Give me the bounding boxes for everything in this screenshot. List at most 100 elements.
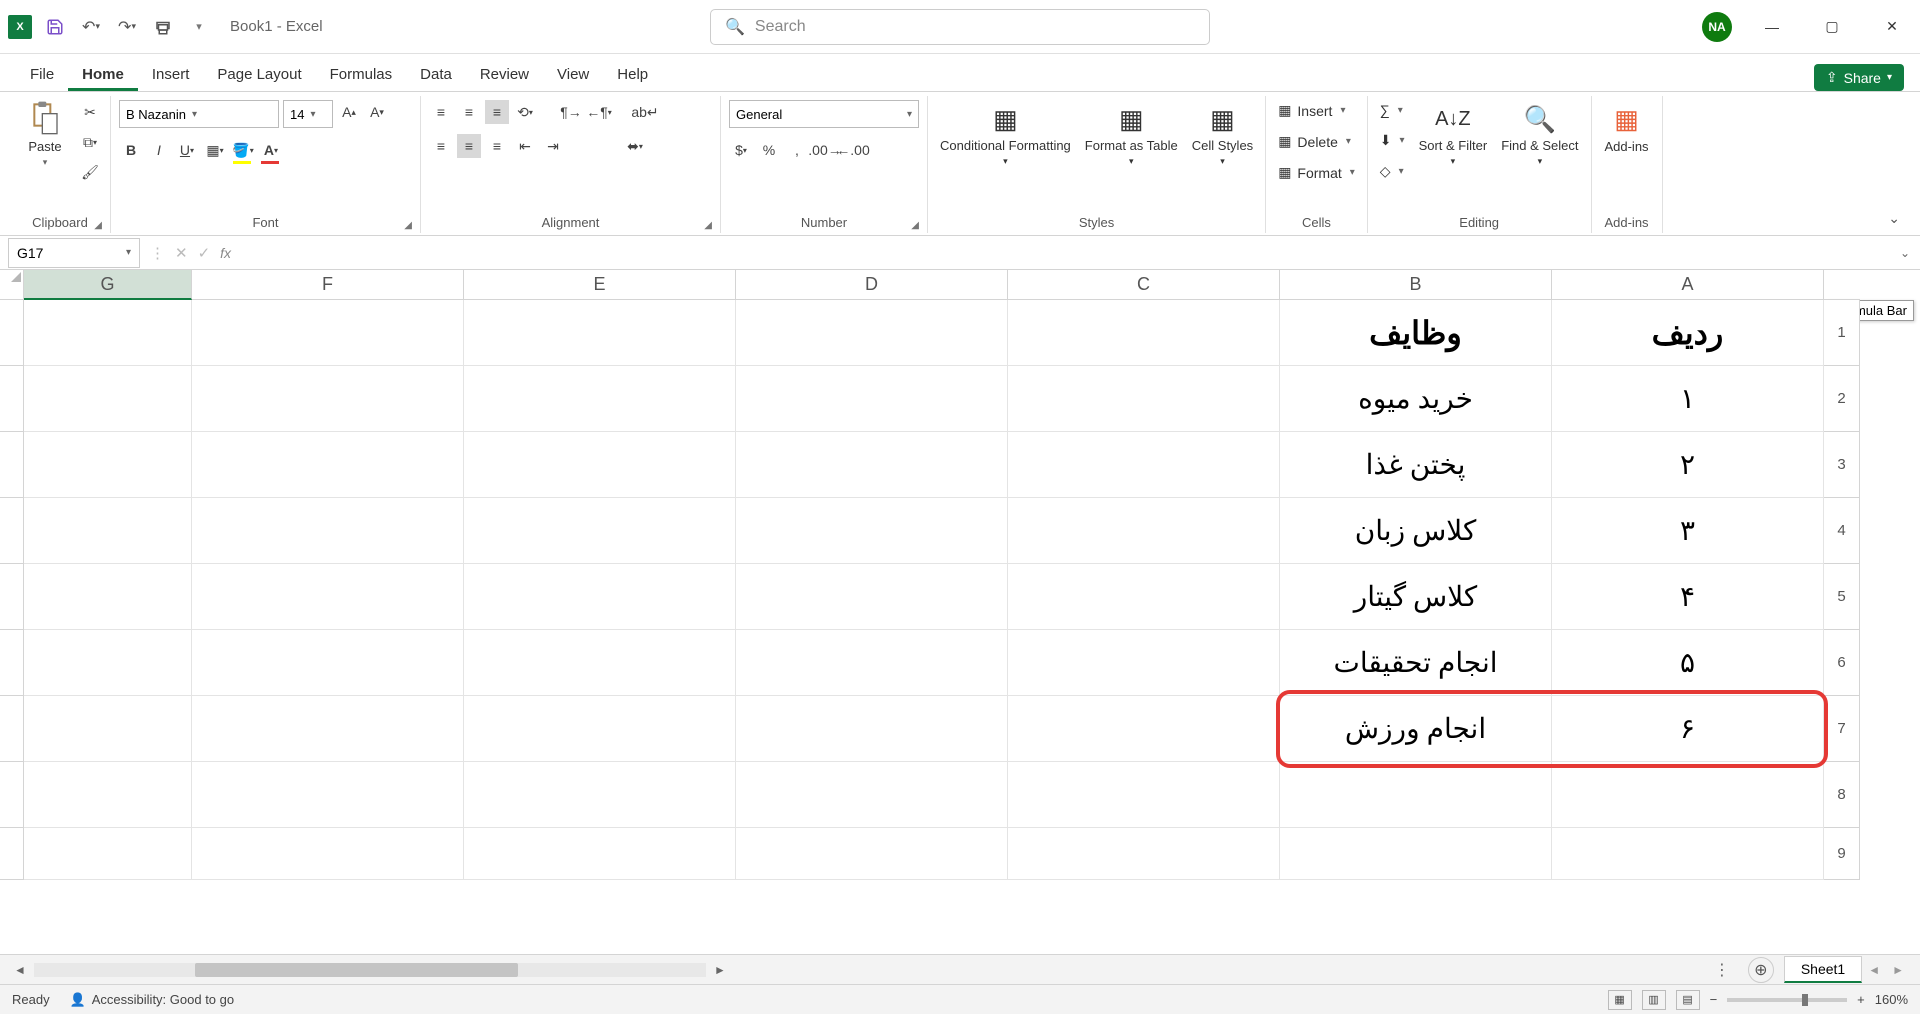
decrease-decimal-icon[interactable]: ←.00 — [841, 138, 865, 162]
cell-styles-button[interactable]: ▦ Cell Styles▾ — [1188, 100, 1257, 169]
column-header-E[interactable]: E — [464, 270, 736, 300]
tab-home[interactable]: Home — [68, 58, 138, 91]
row-header-1[interactable]: 1 — [1824, 300, 1860, 366]
decrease-font-icon[interactable]: A▾ — [365, 100, 389, 124]
cell-F4[interactable] — [192, 498, 464, 564]
cell-B7[interactable]: انجام ورزش — [1280, 696, 1552, 762]
tab-data[interactable]: Data — [406, 58, 466, 91]
cell-B4[interactable]: کلاس زبان — [1280, 498, 1552, 564]
cell-B3[interactable]: پختن غذا — [1280, 432, 1552, 498]
cell-F8[interactable] — [192, 762, 464, 828]
cell-F3[interactable] — [192, 432, 464, 498]
currency-icon[interactable]: $▾ — [729, 138, 753, 162]
cell-B5[interactable]: کلاس گیتار — [1280, 564, 1552, 630]
expand-formula-bar-icon[interactable]: ⌄ — [1890, 246, 1920, 260]
cut-icon[interactable]: ✂ — [78, 100, 102, 124]
cell-D9[interactable] — [736, 828, 1008, 880]
cell-G7[interactable] — [24, 696, 192, 762]
tab-help[interactable]: Help — [603, 58, 662, 91]
cell-E3[interactable] — [464, 432, 736, 498]
row-header-3[interactable]: 3 — [1824, 432, 1860, 498]
conditional-formatting-button[interactable]: ▦ Conditional Formatting▾ — [936, 100, 1075, 169]
cell-C3[interactable] — [1008, 432, 1280, 498]
fx-icon[interactable]: fx — [220, 245, 231, 261]
underline-button[interactable]: U▾ — [175, 138, 199, 162]
delete-cells-button[interactable]: ▦Delete▾ — [1274, 131, 1359, 152]
search-box[interactable]: 🔍 Search — [710, 9, 1210, 45]
increase-decimal-icon[interactable]: .00→ — [813, 138, 837, 162]
tab-file[interactable]: File — [16, 58, 68, 91]
cell-B2[interactable]: خرید میوه — [1280, 366, 1552, 432]
share-button[interactable]: ⇪ Share ▾ — [1814, 64, 1904, 91]
tab-review[interactable]: Review — [466, 58, 543, 91]
sheet-tab-sheet1[interactable]: Sheet1 — [1784, 956, 1862, 983]
row-header-8[interactable]: 8 — [1824, 762, 1860, 828]
row-header-9[interactable]: 9 — [1824, 828, 1860, 880]
row-header-2[interactable]: 2 — [1824, 366, 1860, 432]
border-button[interactable]: ▦▾ — [203, 138, 227, 162]
zoom-in-icon[interactable]: + — [1857, 992, 1865, 1007]
percent-icon[interactable]: % — [757, 138, 781, 162]
close-icon[interactable]: ✕ — [1872, 12, 1912, 42]
cell-G5[interactable] — [24, 564, 192, 630]
rtl-text-icon[interactable]: ¶→ — [559, 100, 583, 124]
cell-F5[interactable] — [192, 564, 464, 630]
column-header-G[interactable]: G — [24, 270, 192, 300]
column-header-F[interactable]: F — [192, 270, 464, 300]
find-select-button[interactable]: 🔍 Find & Select▾ — [1497, 100, 1582, 169]
format-as-table-button[interactable]: ▦ Format as Table▾ — [1081, 100, 1182, 169]
tab-formulas[interactable]: Formulas — [316, 58, 407, 91]
cell-A1[interactable]: ردیف — [1552, 300, 1824, 366]
scroll-right-icon[interactable]: ► — [710, 963, 730, 977]
cell-D2[interactable] — [736, 366, 1008, 432]
row-header-6[interactable]: 6 — [1824, 630, 1860, 696]
dialog-launcher-icon[interactable]: ◢ — [94, 220, 102, 231]
cell-D4[interactable] — [736, 498, 1008, 564]
tab-view[interactable]: View — [543, 58, 603, 91]
cell-G3[interactable] — [24, 432, 192, 498]
row-header-4[interactable]: 4 — [1824, 498, 1860, 564]
cell-E8[interactable] — [464, 762, 736, 828]
zoom-out-icon[interactable]: − — [1710, 992, 1718, 1007]
cell-G4[interactable] — [24, 498, 192, 564]
cell-F1[interactable] — [192, 300, 464, 366]
cell-A7[interactable]: ۶ — [1552, 696, 1824, 762]
cell-C4[interactable] — [1008, 498, 1280, 564]
cell-F6[interactable] — [192, 630, 464, 696]
bold-button[interactable]: B — [119, 138, 143, 162]
user-avatar[interactable]: NA — [1702, 12, 1732, 42]
autosum-button[interactable]: ∑▾ — [1376, 100, 1409, 120]
format-painter-icon[interactable]: 🖌 — [78, 160, 102, 184]
print-icon[interactable] — [152, 16, 174, 38]
font-name-combo[interactable]: B Nazanin▾ — [119, 100, 279, 128]
minimize-icon[interactable]: ― — [1752, 12, 1792, 42]
scroll-left-icon[interactable]: ◄ — [10, 963, 30, 977]
fill-button[interactable]: ⬇▾ — [1376, 130, 1409, 151]
fill-color-button[interactable]: 🪣▾ — [231, 138, 255, 162]
align-middle-icon[interactable]: ≡ — [457, 100, 481, 124]
cell-E9[interactable] — [464, 828, 736, 880]
new-sheet-button[interactable]: ⊕ — [1748, 957, 1774, 983]
cell-D7[interactable] — [736, 696, 1008, 762]
increase-font-icon[interactable]: A▴ — [337, 100, 361, 124]
align-bottom-icon[interactable]: ≡ — [485, 100, 509, 124]
save-icon[interactable] — [44, 16, 66, 38]
cell-A9[interactable] — [1552, 828, 1824, 880]
cell-C2[interactable] — [1008, 366, 1280, 432]
accessibility-status[interactable]: 👤 Accessibility: Good to go — [70, 992, 235, 1008]
sheet-nav-prev-icon[interactable]: ◄ — [1862, 963, 1886, 977]
ltr-text-icon[interactable]: ←¶▾ — [587, 100, 611, 124]
wrap-text-icon[interactable]: ab↵ — [633, 100, 657, 124]
sheet-options-icon[interactable]: ⋮ — [1706, 960, 1738, 980]
sort-filter-button[interactable]: A↓Z Sort & Filter▾ — [1415, 100, 1492, 169]
italic-button[interactable]: I — [147, 138, 171, 162]
dialog-launcher-icon[interactable]: ◢ — [404, 220, 412, 231]
dialog-launcher-icon[interactable]: ◢ — [704, 220, 712, 231]
column-header-A[interactable]: A — [1552, 270, 1824, 300]
cell-A3[interactable]: ۲ — [1552, 432, 1824, 498]
cell-C6[interactable] — [1008, 630, 1280, 696]
align-left-icon[interactable]: ≡ — [429, 134, 453, 158]
cell-B9[interactable] — [1280, 828, 1552, 880]
copy-icon[interactable]: ⧉▾ — [78, 130, 102, 154]
cell-E7[interactable] — [464, 696, 736, 762]
